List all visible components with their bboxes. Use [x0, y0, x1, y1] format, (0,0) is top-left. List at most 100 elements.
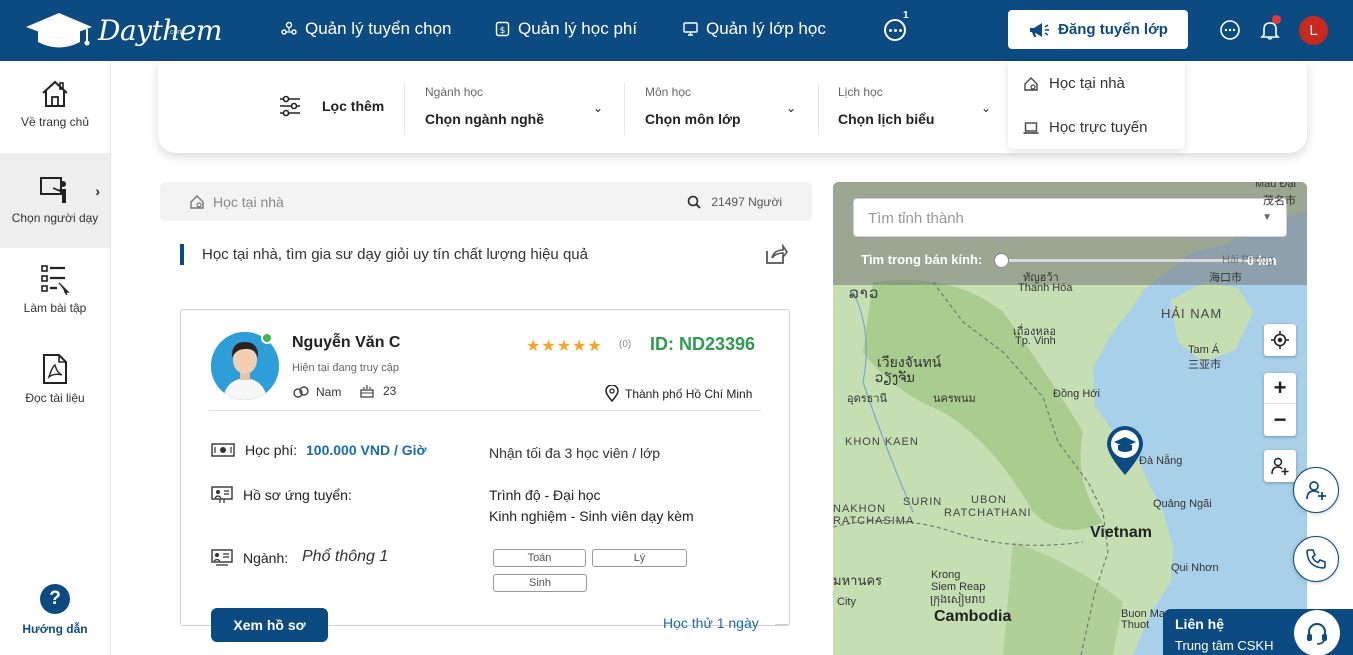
tutor-name[interactable]: Nguyễn Văn C: [292, 334, 400, 352]
map-label: Thuot: [1121, 619, 1150, 631]
subject-filter[interactable]: Môn học Chọn môn lớp ⌄: [645, 85, 800, 127]
radius-slider-handle[interactable]: [994, 253, 1009, 268]
sidebar-item-label: Về trang chủ: [20, 115, 90, 129]
nav-label: Quản lý học phí: [518, 19, 638, 38]
dropdown-item-home-study[interactable]: Học tại nhà: [1023, 75, 1125, 92]
brand-suffix: .com: [168, 29, 184, 36]
map-label: RATCHASIMA: [833, 515, 915, 527]
province-placeholder: Tìm tỉnh thành: [868, 210, 964, 227]
schedule-filter[interactable]: Lịch học Chọn lịch biểu ⌄: [838, 85, 993, 127]
subject-tag: Lý: [592, 549, 687, 567]
map-label: Siem Reap: [931, 581, 986, 593]
radius-label: Tìm trong bán kính:: [861, 252, 983, 267]
major-label: Ngành:: [211, 549, 288, 567]
caret-down-icon: ▼: [1262, 212, 1272, 223]
teacher-board-icon: [40, 177, 66, 203]
add-person-map-button[interactable]: [1264, 450, 1296, 482]
nav-recruitment[interactable]: Quản lý tuyển chọn: [281, 19, 451, 39]
schedule-filter-value: Chọn lịch biểu: [838, 111, 935, 127]
province-select[interactable]: Tìm tỉnh thành ▼: [853, 198, 1287, 237]
sidebar-item-home[interactable]: Về trang chủ: [0, 79, 110, 129]
map-label: Đà Nẵng: [1139, 455, 1183, 467]
laptop-icon: [1023, 121, 1039, 134]
share-icon[interactable]: [764, 243, 788, 265]
map-label: 三亚市: [1188, 359, 1221, 371]
map-label: KHON KAEN: [845, 436, 919, 448]
customer-support-widget[interactable]: Liên hệ Trung tâm CSKH: [1163, 609, 1353, 655]
chevron-down-icon: ⌄: [981, 101, 992, 115]
dropdown-item-online[interactable]: Học trực tuyến: [1023, 119, 1147, 136]
tutor-card: Nguyễn Văn C Hiện tại đang truy cập Nam …: [180, 309, 790, 642]
cash-icon: [211, 443, 235, 457]
filter-divider: [624, 83, 625, 135]
post-class-dropdown: Học tại nhà Học trực tuyến: [1008, 61, 1185, 149]
tutor-level: Trình độ - Đại học: [489, 487, 601, 503]
map-panel[interactable]: Tìm tỉnh thành ▼ Tìm trong bán kính: 0 k…: [833, 182, 1307, 655]
sidebar-item-documents[interactable]: Đọc tài liệu: [0, 353, 110, 405]
subject-tag: Sinh: [493, 574, 587, 592]
tuition-fee: 100.000 VND / Giờ: [306, 442, 427, 458]
birthday-cake-icon: [360, 385, 374, 398]
tutor-id: ID: ND23396: [650, 334, 756, 354]
search-icon[interactable]: [687, 195, 701, 209]
sidebar-item-homework[interactable]: Làm bài tập: [0, 263, 110, 315]
map-label: Cambodia: [934, 608, 1012, 625]
sidebar-item-help[interactable]: ? Hướng dẫn: [0, 584, 110, 636]
map-label: มหานคร: [833, 573, 883, 588]
more-options-icon[interactable]: [884, 19, 906, 41]
map-label: นครพนม: [933, 393, 976, 405]
profile-label: Hồ sơ ứng tuyển:: [211, 486, 352, 504]
daythem-logo[interactable]: Daythem: [24, 9, 222, 51]
subject-filter-value: Chọn môn lớp: [645, 111, 741, 127]
zoom-in-button[interactable]: +: [1264, 373, 1296, 404]
map-label: 海口市: [1209, 272, 1242, 284]
chat-icon[interactable]: [1219, 19, 1241, 41]
map-label: 茂名市: [1263, 195, 1296, 207]
trial-lesson-link[interactable]: Học thử 1 ngày: [663, 615, 759, 631]
map-label: ລາວ: [849, 285, 880, 302]
major-filter[interactable]: Ngành học Chọn ngành nghề ⌄: [425, 85, 605, 127]
map-label: Qui Nhơn: [1171, 562, 1219, 574]
classroom-board-icon: [683, 22, 698, 36]
tutor-gender: Nam: [292, 385, 341, 399]
card-divider: [209, 410, 761, 411]
post-class-button[interactable]: Đăng tuyển lớp: [1008, 10, 1188, 49]
map-label: RATCHATHANI: [944, 507, 1032, 519]
user-avatar[interactable]: L: [1299, 16, 1328, 45]
map-label: Tam Á: [1188, 344, 1220, 356]
sidebar-item-choose-tutor[interactable]: Chọn người dạy ›: [0, 153, 110, 248]
my-location-button[interactable]: [1264, 324, 1296, 356]
tutor-qualifications: Trình độ - Đại học Kinh nghiệm - Sinh vi…: [489, 485, 694, 527]
notification-dot: [1272, 15, 1281, 24]
nav-tuition[interactable]: $ Quản lý học phí: [495, 19, 637, 39]
post-class-label: Đăng tuyển lớp: [1058, 21, 1168, 38]
zoom-out-button[interactable]: −: [1264, 404, 1296, 435]
sidebar-item-label: Đọc tài liệu: [25, 391, 85, 405]
money-icon: $: [495, 21, 510, 37]
subject-filter-label: Môn học: [645, 85, 692, 99]
major-filter-value: Chọn ngành nghề: [425, 111, 544, 127]
more-filters-button[interactable]: Lọc thêm: [278, 94, 384, 118]
map-label: Quảng Ngãi: [1153, 498, 1212, 510]
nav-label: Quản lý tuyển chọn: [305, 19, 452, 38]
tutor-experience: Kinh nghiệm - Sinh viên dạy kèm: [489, 508, 694, 524]
tutor-count: 21497 Người: [687, 195, 782, 209]
fee-label: Học phí:: [211, 442, 297, 458]
view-profile-button[interactable]: Xem hồ sơ: [211, 608, 328, 642]
crosshair-icon: [1271, 331, 1289, 349]
nav-classes[interactable]: Quản lý lớp học: [683, 19, 826, 39]
tutor-count-value: 21497 Người: [711, 195, 782, 209]
add-friend-float-button[interactable]: [1293, 467, 1339, 513]
trial-divider: [775, 624, 789, 625]
brand-name: Daythem: [98, 13, 222, 47]
more-badge: 1: [903, 10, 909, 21]
sidebar-item-label: Hướng dẫn: [22, 622, 88, 636]
location-search-strip[interactable]: Học tại nhà 21497 Người: [160, 182, 812, 221]
megaphone-icon: [1030, 22, 1050, 37]
map-label: Hải Phòng: [1222, 254, 1274, 266]
max-students: Nhận tối đa 3 học viên / lớp: [489, 445, 661, 461]
map-label: Mẫu Đại: [1255, 182, 1296, 190]
call-float-button[interactable]: [1293, 536, 1339, 582]
home-study-icon: [190, 195, 204, 209]
online-indicator: [261, 332, 273, 344]
